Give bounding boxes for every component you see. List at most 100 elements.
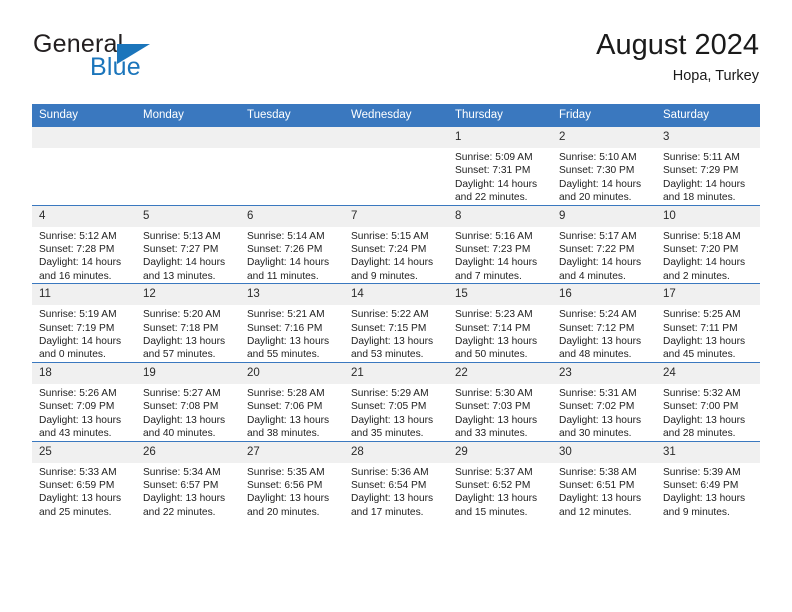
daylight-text-line1: Daylight: 14 hours [39,257,122,269]
calendar-day-cell[interactable]: 2 Sunrise: 5:10 AM Sunset: 7:30 PM Daylight… [552,126,656,206]
daylight-text-line2: and 53 minutes. [351,349,424,361]
sunset-text: Sunset: 7:15 PM [351,322,427,334]
daylight-text-line2: and 20 minutes. [559,192,632,204]
daylight-text-line2: and 2 minutes. [663,270,730,282]
day-sun-info: Sunrise: 5:25 AM Sunset: 7:11 PM Daylight:… [656,305,760,362]
day-number: 20 [240,362,344,384]
daylight-text-line2: and 7 minutes. [455,270,522,282]
sunrise-text: Sunrise: 5:09 AM [455,152,533,163]
day-sun-info: Sunrise: 5:31 AM Sunset: 7:02 PM Daylight:… [552,384,656,441]
day-number: 11 [32,284,136,306]
calendar-day-cell[interactable]: 17 Sunrise: 5:25 AM Sunset: 7:11 PM Dayligh… [656,283,760,363]
day-sun-info: Sunrise: 5:15 AM Sunset: 7:24 PM Daylight:… [344,227,448,284]
calendar-day-cell[interactable]: 16 Sunrise: 5:24 AM Sunset: 7:12 PM Dayligh… [552,283,656,363]
calendar-day-cell[interactable]: 30 Sunrise: 5:38 AM Sunset: 6:51 PM Dayligh… [552,440,656,520]
day-sun-info: Sunrise: 5:30 AM Sunset: 7:03 PM Daylight:… [448,384,552,441]
daylight-text-line2: and 22 minutes. [143,506,216,518]
day-sun-info: Sunrise: 5:26 AM Sunset: 7:09 PM Daylight:… [32,384,136,441]
weekday-header-saturday: Saturday [656,104,760,127]
daylight-text-line2: and 25 minutes. [39,506,112,518]
sunrise-text: Sunrise: 5:10 AM [559,152,637,163]
sunset-text: Sunset: 7:08 PM [143,401,219,413]
sunrise-text: Sunrise: 5:24 AM [559,309,637,321]
daylight-text-line2: and 55 minutes. [247,349,320,361]
sunrise-text: Sunrise: 5:19 AM [39,309,117,321]
calendar-day-cell[interactable]: 19 Sunrise: 5:27 AM Sunset: 7:08 PM Dayligh… [136,361,240,441]
day-number: 27 [240,441,344,463]
day-number: 29 [448,441,552,463]
calendar-day-cell[interactable]: 27 Sunrise: 5:35 AM Sunset: 6:56 PM Dayligh… [240,440,344,520]
calendar-day-cell[interactable]: 14 Sunrise: 5:22 AM Sunset: 7:15 PM Dayligh… [344,283,448,363]
daylight-text-line1: Daylight: 13 hours [663,336,746,348]
day-number: 9 [552,205,656,227]
day-sun-info: Sunrise: 5:22 AM Sunset: 7:15 PM Daylight:… [344,305,448,362]
sunrise-text: Sunrise: 5:26 AM [39,387,117,399]
calendar-day-cell[interactable]: 9 Sunrise: 5:17 AM Sunset: 7:22 PM Daylight… [552,204,656,284]
daylight-text-line1: Daylight: 14 hours [39,336,122,348]
calendar-day-cell[interactable]: 18 Sunrise: 5:26 AM Sunset: 7:09 PM Dayligh… [32,361,136,441]
day-number: 4 [32,205,136,227]
daylight-text-line2: and 17 minutes. [351,506,424,518]
calendar-week-row: 25 Sunrise: 5:33 AM Sunset: 6:59 PM Dayligh… [32,440,760,520]
daylight-text-line2: and 43 minutes. [39,428,112,440]
calendar-week-row: 18 Sunrise: 5:26 AM Sunset: 7:09 PM Dayligh… [32,361,760,441]
calendar-day-cell-empty [136,126,240,206]
calendar-week-row: 1 Sunrise: 5:09 AM Sunset: 7:31 PM Daylight… [32,126,760,206]
daylight-text-line1: Daylight: 14 hours [455,178,538,190]
sunset-text: Sunset: 7:03 PM [455,401,531,413]
daylight-text-line2: and 45 minutes. [663,349,736,361]
sunrise-text: Sunrise: 5:17 AM [559,230,637,242]
sunrise-text: Sunrise: 5:21 AM [247,309,325,321]
sunrise-text: Sunrise: 5:22 AM [351,309,429,321]
day-number: 24 [656,362,760,384]
calendar-day-cell[interactable]: 25 Sunrise: 5:33 AM Sunset: 6:59 PM Dayligh… [32,440,136,520]
calendar-day-cell[interactable]: 13 Sunrise: 5:21 AM Sunset: 7:16 PM Dayligh… [240,283,344,363]
calendar-day-cell[interactable]: 22 Sunrise: 5:30 AM Sunset: 7:03 PM Dayligh… [448,361,552,441]
day-number: 16 [552,284,656,306]
daylight-text-line1: Daylight: 13 hours [559,336,642,348]
calendar-day-cell[interactable]: 5 Sunrise: 5:13 AM Sunset: 7:27 PM Daylight… [136,204,240,284]
calendar-day-cell[interactable]: 28 Sunrise: 5:36 AM Sunset: 6:54 PM Dayligh… [344,440,448,520]
daylight-text-line1: Daylight: 14 hours [143,257,226,269]
day-sun-info: Sunrise: 5:11 AM Sunset: 7:29 PM Daylight:… [656,148,760,205]
calendar-day-cell[interactable]: 26 Sunrise: 5:34 AM Sunset: 6:57 PM Dayligh… [136,440,240,520]
calendar-day-cell[interactable]: 21 Sunrise: 5:29 AM Sunset: 7:05 PM Dayligh… [344,361,448,441]
calendar-day-cell[interactable]: 3 Sunrise: 5:11 AM Sunset: 7:29 PM Daylight… [656,126,760,206]
calendar-day-cell[interactable]: 29 Sunrise: 5:37 AM Sunset: 6:52 PM Dayligh… [448,440,552,520]
daylight-text-line2: and 40 minutes. [143,428,216,440]
day-number: 28 [344,441,448,463]
daylight-text-line1: Daylight: 13 hours [143,414,226,426]
daylight-text-line1: Daylight: 13 hours [663,493,746,505]
calendar-day-cell[interactable]: 11 Sunrise: 5:19 AM Sunset: 7:19 PM Dayligh… [32,283,136,363]
sunrise-text: Sunrise: 5:27 AM [143,387,221,399]
sunset-text: Sunset: 7:09 PM [39,401,115,413]
calendar-day-cell[interactable]: 1 Sunrise: 5:09 AM Sunset: 7:31 PM Daylight… [448,126,552,206]
day-number: 1 [448,127,552,148]
calendar-day-cell[interactable]: 24 Sunrise: 5:32 AM Sunset: 7:00 PM Dayligh… [656,361,760,441]
general-blue-logo[interactable]: General Blue [33,30,263,90]
calendar-day-cell[interactable]: 15 Sunrise: 5:23 AM Sunset: 7:14 PM Dayligh… [448,283,552,363]
sunrise-text: Sunrise: 5:20 AM [143,309,221,321]
calendar-day-cell[interactable]: 6 Sunrise: 5:14 AM Sunset: 7:26 PM Daylight… [240,204,344,284]
sunset-text: Sunset: 7:27 PM [143,244,219,256]
day-number: 10 [656,205,760,227]
calendar-day-cell[interactable]: 23 Sunrise: 5:31 AM Sunset: 7:02 PM Dayligh… [552,361,656,441]
calendar-day-cell[interactable]: 31 Sunrise: 5:39 AM Sunset: 6:49 PM Dayligh… [656,440,760,520]
day-sun-info: Sunrise: 5:19 AM Sunset: 7:19 PM Daylight:… [32,305,136,362]
calendar-day-cell[interactable]: 12 Sunrise: 5:20 AM Sunset: 7:18 PM Dayligh… [136,283,240,363]
sunset-text: Sunset: 7:26 PM [247,244,323,256]
sunrise-text: Sunrise: 5:38 AM [559,466,637,478]
daylight-text-line1: Daylight: 13 hours [143,336,226,348]
calendar-day-cell[interactable]: 7 Sunrise: 5:15 AM Sunset: 7:24 PM Daylight… [344,204,448,284]
sunrise-text: Sunrise: 5:39 AM [663,466,741,478]
day-sun-info: Sunrise: 5:32 AM Sunset: 7:00 PM Daylight:… [656,384,760,441]
calendar-day-cell[interactable]: 8 Sunrise: 5:16 AM Sunset: 7:23 PM Daylight… [448,204,552,284]
daylight-text-line2: and 50 minutes. [455,349,528,361]
day-number: 19 [136,362,240,384]
sunset-text: Sunset: 7:02 PM [559,401,635,413]
day-sun-info: Sunrise: 5:14 AM Sunset: 7:26 PM Daylight:… [240,227,344,284]
calendar-day-cell[interactable]: 4 Sunrise: 5:12 AM Sunset: 7:28 PM Daylight… [32,204,136,284]
calendar-day-cell[interactable]: 10 Sunrise: 5:18 AM Sunset: 7:20 PM Dayligh… [656,204,760,284]
daylight-text-line1: Daylight: 14 hours [559,257,642,269]
calendar-day-cell[interactable]: 20 Sunrise: 5:28 AM Sunset: 7:06 PM Dayligh… [240,361,344,441]
